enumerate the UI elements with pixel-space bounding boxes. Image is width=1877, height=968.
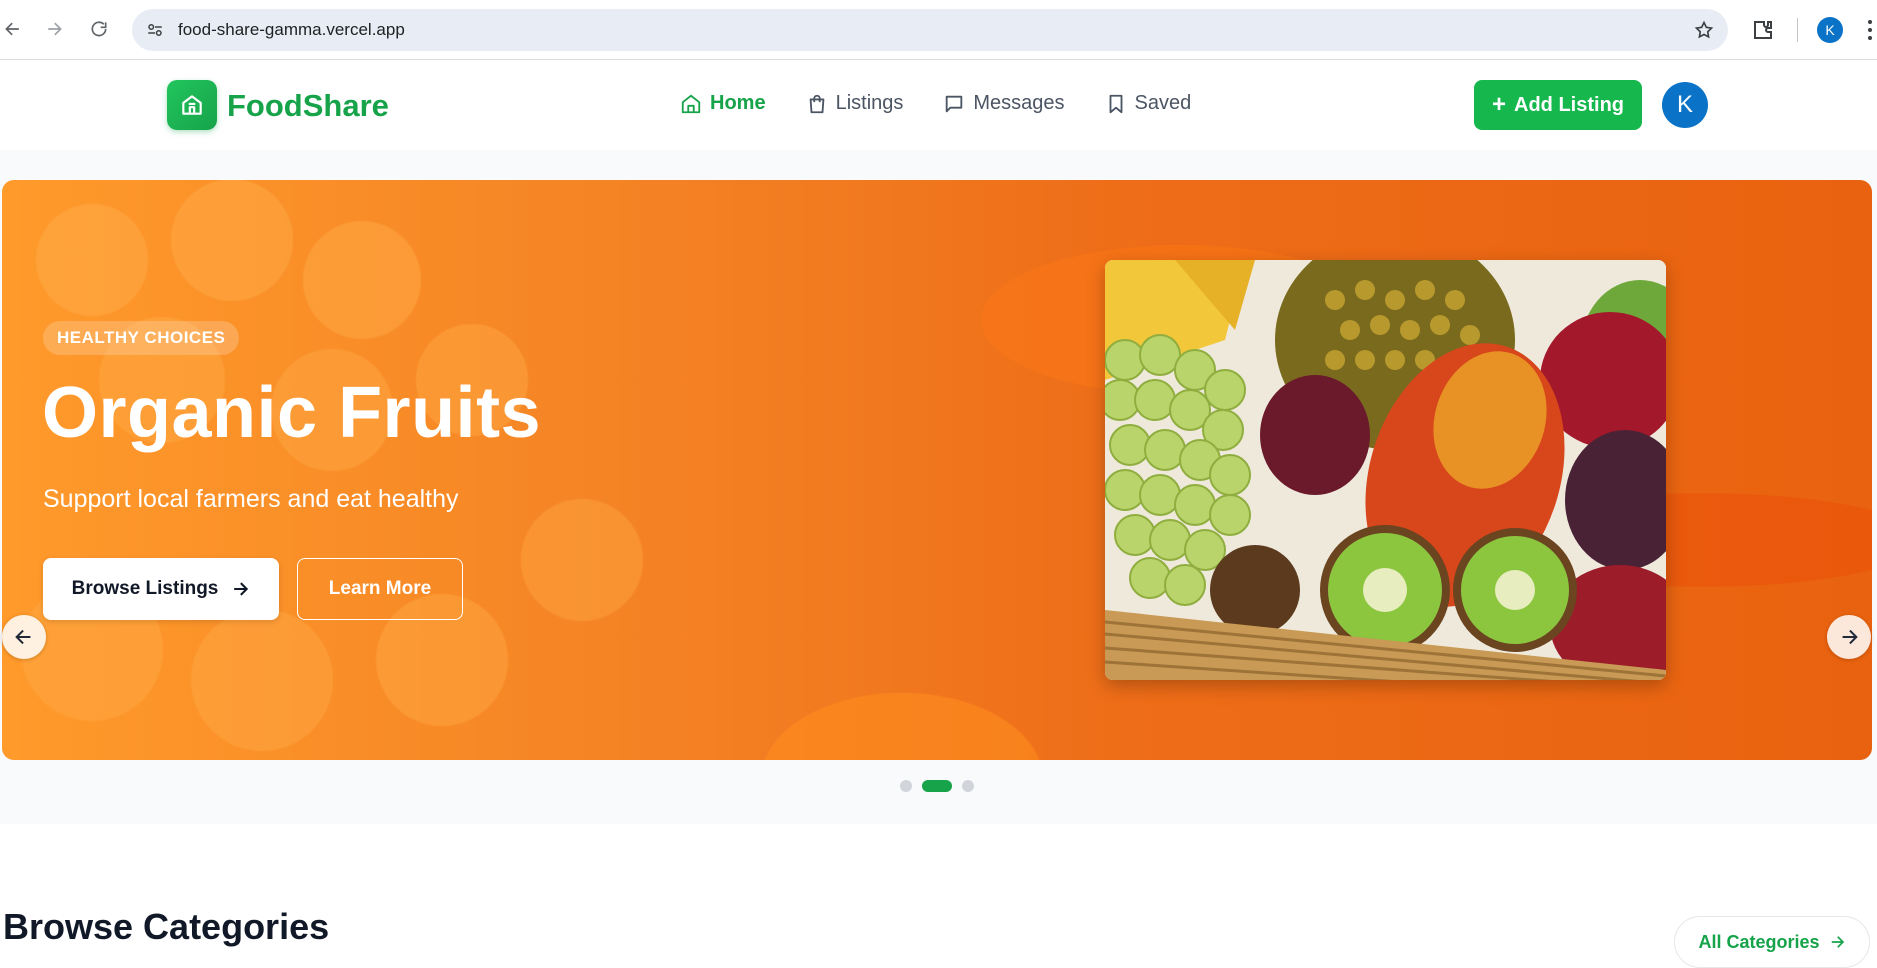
browse-listings-button[interactable]: Browse Listings bbox=[43, 558, 279, 620]
extensions-icon[interactable] bbox=[1751, 18, 1775, 42]
arrow-left-icon bbox=[15, 629, 31, 645]
learn-more-label: Learn More bbox=[328, 578, 432, 599]
url-text: food-share-gamma.vercel.app bbox=[178, 20, 405, 39]
arrow-right-icon bbox=[1831, 936, 1844, 948]
main-nav: Home Listings Messages Saved bbox=[680, 92, 1191, 115]
nav-saved-label: Saved bbox=[1134, 92, 1192, 114]
hero-badge: HEALTHY CHOICES bbox=[43, 321, 240, 355]
browser-profile-avatar[interactable]: K bbox=[1817, 17, 1843, 43]
bookmark-star-icon[interactable] bbox=[1694, 20, 1714, 40]
logo-icon[interactable] bbox=[167, 80, 217, 130]
forward-icon[interactable] bbox=[41, 16, 67, 42]
nav-listings[interactable]: Listings bbox=[806, 92, 904, 115]
hero-carousel: HEALTHY CHOICES Organic Fruits Support l… bbox=[2, 180, 1872, 760]
browser-menu-icon[interactable] bbox=[1866, 18, 1874, 42]
nav-listings-label: Listings bbox=[835, 92, 904, 114]
shopping-bag-icon bbox=[809, 94, 824, 113]
browser-toolbar: food-share-gamma.vercel.app K bbox=[0, 0, 1877, 60]
logo-text[interactable]: FoodShare bbox=[227, 88, 389, 124]
nav-messages-label: Messages bbox=[973, 92, 1065, 114]
arrow-right-icon bbox=[1842, 629, 1858, 645]
message-icon bbox=[946, 95, 963, 112]
categories-title: Browse Categories bbox=[3, 906, 330, 947]
nav-home-label: Home bbox=[710, 92, 766, 114]
learn-more-button[interactable]: Learn More bbox=[297, 558, 463, 620]
hero-fruit-image bbox=[1105, 260, 1666, 680]
plus-icon: + bbox=[1492, 91, 1507, 118]
reload-icon[interactable] bbox=[86, 16, 112, 42]
home-icon bbox=[681, 94, 701, 113]
add-listing-label: Add Listing bbox=[1514, 93, 1624, 116]
add-listing-button[interactable]: + Add Listing bbox=[1474, 80, 1642, 130]
arrow-right-icon bbox=[234, 582, 249, 596]
user-avatar[interactable]: K bbox=[1662, 82, 1708, 128]
nav-saved[interactable]: Saved bbox=[1105, 92, 1192, 115]
all-categories-label: All Categories bbox=[1698, 931, 1820, 952]
hero-section: HEALTHY CHOICES Organic Fruits Support l… bbox=[0, 150, 1877, 824]
carousel-dot-2[interactable] bbox=[922, 780, 952, 792]
carousel-prev-button[interactable] bbox=[2, 615, 46, 659]
nav-home[interactable]: Home bbox=[680, 92, 766, 115]
nav-messages[interactable]: Messages bbox=[943, 92, 1065, 115]
address-bar[interactable]: food-share-gamma.vercel.app bbox=[132, 9, 1728, 51]
hero-title: Organic Fruits bbox=[42, 373, 542, 453]
browse-listings-label: Browse Listings bbox=[71, 578, 219, 599]
back-icon[interactable] bbox=[0, 16, 26, 42]
hero-subtitle: Support local farmers and eat healthy bbox=[43, 485, 459, 513]
all-categories-button[interactable]: All Categories bbox=[1674, 916, 1870, 968]
site-header: FoodShare Home Listings Messages Saved +… bbox=[0, 60, 1877, 150]
bookmark-icon bbox=[1109, 94, 1122, 113]
toolbar-divider bbox=[1797, 18, 1798, 42]
carousel-dot-1[interactable] bbox=[900, 780, 912, 792]
carousel-indicators bbox=[900, 780, 974, 792]
carousel-dot-3[interactable] bbox=[962, 780, 974, 792]
carousel-next-button[interactable] bbox=[1827, 615, 1871, 659]
site-settings-icon[interactable] bbox=[146, 21, 164, 39]
